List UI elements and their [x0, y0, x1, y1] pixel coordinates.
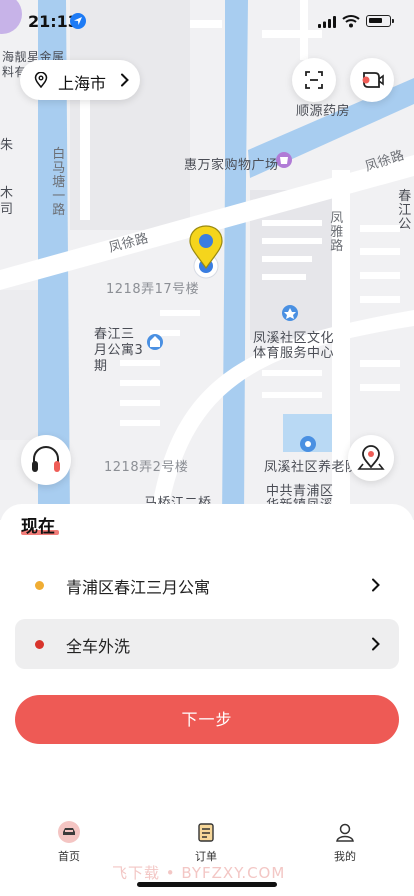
address-text: 青浦区春江三月公寓 [66, 578, 211, 597]
location-services-icon [70, 13, 86, 29]
tab-mine-label: 我的 [334, 850, 356, 863]
home-car-icon [58, 821, 80, 843]
map-label-baima-road: 白马塘一路 [52, 147, 66, 218]
chevron-right-icon [372, 578, 380, 592]
locate-icon [357, 445, 385, 470]
cellular-signal-icon [318, 16, 336, 28]
wifi-icon [342, 15, 360, 28]
order-sheet: 现在 青浦区春江三月公寓 全车外洗 下一步 首页 订单 我的 飞下载 • BYF… [0, 504, 414, 896]
recording-button[interactable] [350, 58, 394, 102]
tab-mine[interactable]: 我的 [310, 820, 380, 866]
map-label-culture-center-2: 体育服务中心 [253, 346, 335, 361]
recording-icon [362, 72, 384, 88]
tab-orders[interactable]: 订单 [171, 820, 241, 866]
scan-button[interactable] [292, 58, 336, 102]
map-label-edge-1: 朱 [0, 138, 14, 153]
headset-icon [32, 446, 60, 472]
map-label-pharmacy: 顺源药房 [296, 104, 351, 119]
location-pin-icon [34, 72, 48, 88]
map-label-elder-home: 凤溪社区养老院 [264, 460, 359, 475]
map-label-apartment: 春江三月公寓3期 [94, 327, 144, 374]
service-text: 全车外洗 [66, 637, 131, 656]
service-dot [35, 640, 44, 649]
map-label-edge-3: 司 [0, 202, 14, 217]
scan-icon [305, 71, 323, 89]
status-bar: 21:13 [0, 0, 414, 44]
chevron-right-icon [121, 73, 129, 87]
chevron-right-icon [372, 637, 380, 651]
service-selector[interactable]: 全车外洗 [15, 619, 399, 669]
city-selector-button[interactable]: 上海市 [20, 60, 140, 100]
address-selector[interactable]: 青浦区春江三月公寓 [15, 560, 399, 610]
profile-icon [336, 823, 354, 842]
watermark: 飞下载 • BYFZXY.COM [112, 864, 286, 882]
battery-icon [366, 15, 394, 27]
tab-home[interactable]: 首页 [34, 820, 104, 866]
map-label-fengya-road: 凤雅路 [330, 211, 344, 254]
customer-service-button[interactable] [21, 435, 71, 485]
city-name: 上海市 [58, 74, 107, 93]
tab-home-label: 首页 [58, 850, 80, 863]
orders-icon [198, 823, 214, 842]
locate-me-button[interactable] [348, 435, 394, 481]
map-label-mall: 惠万家购物广场 [184, 158, 279, 173]
next-step-button[interactable]: 下一步 [15, 695, 399, 744]
address-dot [35, 581, 44, 590]
sheet-title: 现在 [21, 517, 55, 537]
home-indicator [137, 882, 277, 887]
map-label-edge-right: 春江公 [398, 189, 412, 232]
current-location-marker [189, 225, 223, 279]
map-label-lane2: 1218弄2号楼 [104, 460, 189, 475]
